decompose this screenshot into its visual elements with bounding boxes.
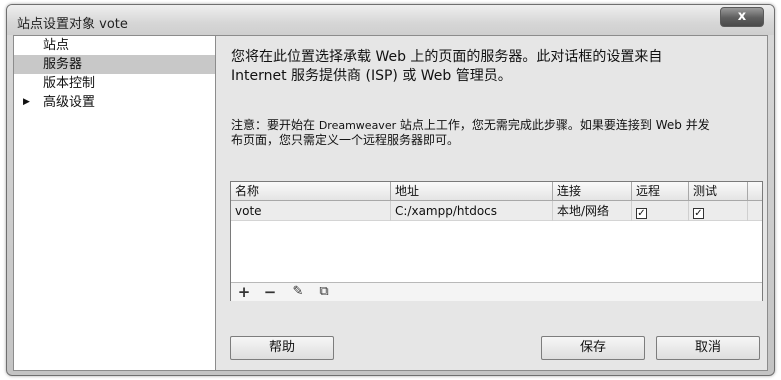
plus-icon: +	[237, 283, 251, 301]
help-button[interactable]: 帮助	[230, 336, 334, 360]
column-header-connection[interactable]: 连接	[553, 182, 632, 201]
cell-name: vote	[231, 201, 391, 221]
column-header-address[interactable]: 地址	[391, 182, 553, 201]
close-button[interactable]: x	[720, 7, 764, 27]
table-toolbar: + − ✎ ⧉	[231, 282, 762, 301]
cancel-button[interactable]: 取消	[656, 336, 760, 360]
table-row[interactable]: vote C:/xampp/htdocs 本地/网络 ✓ ✓	[231, 201, 762, 221]
save-button[interactable]: 保存	[541, 336, 645, 360]
cell-connection: 本地/网络	[553, 201, 632, 221]
sidebar-item-label: 高级设置	[43, 95, 96, 110]
edit-server-button[interactable]: ✎	[287, 283, 309, 301]
cell-test: ✓	[689, 201, 748, 221]
category-sidebar: 站点 服务器 版本控制 ▶ 高级设置	[14, 36, 216, 370]
cell-remote: ✓	[632, 201, 689, 221]
expand-arrow-icon[interactable]: ▶	[23, 93, 30, 112]
remote-checkbox[interactable]: ✓	[636, 208, 647, 219]
add-server-button[interactable]: +	[233, 283, 255, 301]
note-text: 注意：要开始在 Dreamweaver 站点上工作，您无需完成此步骤。如果要连接…	[231, 118, 761, 148]
dialog-content: 站点 服务器 版本控制 ▶ 高级设置 您将在此位置选择承载 Web 上的页面的服…	[13, 35, 768, 371]
column-header-remote[interactable]: 远程	[632, 182, 689, 201]
servers-panel: 您将在此位置选择承载 Web 上的页面的服务器。此对话框的设置来自 Intern…	[217, 36, 769, 370]
sidebar-item-advanced-settings[interactable]: ▶ 高级设置	[14, 93, 215, 112]
table-header: 名称 地址 连接 远程 测试	[231, 182, 762, 201]
remove-server-button[interactable]: −	[259, 283, 281, 301]
note-line-1: 注意：要开始在 Dreamweaver 站点上工作，您无需完成此步骤。如果要连接…	[231, 118, 761, 133]
sidebar-item-servers[interactable]: 服务器	[14, 55, 215, 74]
minus-icon: −	[263, 283, 277, 301]
cell-address: C:/xampp/htdocs	[391, 201, 553, 221]
window-title: 站点设置对象 vote	[17, 17, 128, 32]
note-part-2: 站点上工作，您无需完成此步骤。如果要连接到 Web 并发	[396, 118, 710, 132]
title-bar: 站点设置对象 vote x	[7, 5, 774, 35]
server-table: 名称 地址 连接 远程 测试 vote C:/xampp/htdocs 本地/网…	[230, 181, 763, 301]
site-setup-dialog: 站点设置对象 vote x 站点 服务器 版本控制 ▶ 高级设置 您将在此位置选…	[6, 4, 775, 376]
sidebar-item-label: 服务器	[43, 57, 83, 72]
pencil-icon: ✎	[292, 284, 304, 299]
test-checkbox[interactable]: ✓	[693, 208, 704, 219]
duplicate-server-button[interactable]: ⧉	[313, 283, 335, 301]
sidebar-item-version-control[interactable]: 版本控制	[14, 74, 215, 93]
sidebar-item-site[interactable]: 站点	[14, 36, 215, 55]
sidebar-item-label: 站点	[43, 38, 70, 53]
note-line-2: 布页面，您只需定义一个远程服务器即可。	[231, 133, 460, 147]
note-part-1: 注意：要开始在	[231, 118, 319, 132]
column-header-name[interactable]: 名称	[231, 182, 391, 201]
sidebar-item-label: 版本控制	[43, 76, 96, 91]
intro-line-2: Internet 服务提供商 (ISP) 或 Web 管理员。	[231, 68, 512, 84]
intro-text: 您将在此位置选择承载 Web 上的页面的服务器。此对话框的设置来自 Intern…	[231, 48, 751, 86]
close-icon: x	[737, 9, 747, 24]
duplicate-icon: ⧉	[319, 284, 329, 299]
column-header-test[interactable]: 测试	[689, 182, 748, 201]
note-brand: Dreamweaver	[318, 119, 397, 132]
intro-line-1: 您将在此位置选择承载 Web 上的页面的服务器。此对话框的设置来自	[231, 49, 663, 65]
